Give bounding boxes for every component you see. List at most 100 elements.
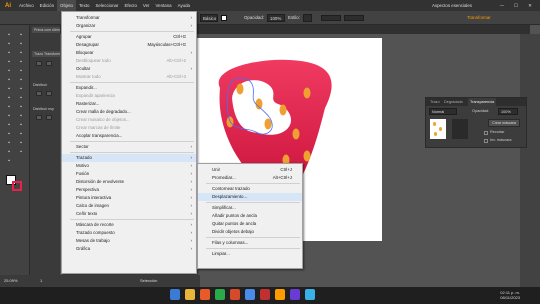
- style-dropdown[interactable]: Básico: [200, 13, 218, 22]
- submenu-item-promediar[interactable]: Promediar... Alt+Ctrl+J: [198, 174, 302, 182]
- submenu-item-anadir-puntos-de-ancla[interactable]: Añadir puntos de ancla: [198, 212, 302, 220]
- pen-icon[interactable]: ▪: [4, 49, 14, 57]
- hand-icon[interactable]: ▪: [16, 148, 26, 156]
- symbol-sprayer-icon[interactable]: ▪: [16, 130, 26, 138]
- paintbrush-icon[interactable]: ▪: [16, 67, 26, 75]
- menu-item-perspectiva[interactable]: Perspectiva ›: [62, 186, 196, 194]
- menu-item-cenir-texto[interactable]: Ceñir texto ›: [62, 210, 196, 218]
- menu-item-acoplar-transparencia[interactable]: Acoplar transparencia...: [62, 132, 196, 140]
- menu-item-crear-malla-de-degradado[interactable]: Crear malla de degradado...: [62, 108, 196, 116]
- taskbar-app-icon[interactable]: [245, 289, 255, 300]
- invert-mask-checkbox[interactable]: [484, 139, 488, 143]
- minimize-button[interactable]: —: [498, 3, 506, 8]
- submenu-item-limpiar[interactable]: Limpiar...: [198, 250, 302, 258]
- type-icon[interactable]: ▪: [4, 58, 14, 66]
- menu-item-agrupar[interactable]: Agrupar Ctrl+G: [62, 33, 196, 41]
- stroke-swatch-tools[interactable]: [12, 181, 22, 191]
- line-icon[interactable]: ▪: [16, 58, 26, 66]
- menu-item-ocultar[interactable]: Ocultar ›: [62, 65, 196, 73]
- menu-efecto[interactable]: Efecto: [121, 0, 139, 11]
- left-panel-distribute-btn2[interactable]: [46, 91, 52, 96]
- taskbar-app-icon[interactable]: [290, 289, 300, 300]
- transform-link[interactable]: Transformar: [467, 15, 491, 20]
- blend-mode-select[interactable]: Normal: [429, 108, 457, 115]
- left-panel-doc-tab[interactable]: Prima com último: [32, 27, 60, 33]
- lasso-icon[interactable]: ▪: [16, 40, 26, 48]
- menu-item-pintura-interactiva[interactable]: Pintura interactiva ›: [62, 194, 196, 202]
- magic-wand-icon[interactable]: ▪: [4, 40, 14, 48]
- zoom-level[interactable]: 25.09%: [4, 278, 18, 283]
- workspace-switcher[interactable]: Aspectos esenciales: [432, 3, 472, 8]
- tab-transparencia[interactable]: Transparencia: [468, 98, 497, 106]
- zoom-icon[interactable]: ▪: [4, 157, 14, 165]
- rotate-icon[interactable]: ▪: [16, 85, 26, 93]
- menu-item-calco-de-imagen[interactable]: Calco de imagen ›: [62, 202, 196, 210]
- left-panel-ref-point[interactable]: [36, 61, 42, 66]
- artboard-number[interactable]: 1: [40, 278, 42, 283]
- menu-ver[interactable]: Ver: [140, 0, 153, 11]
- submenu-item-unir[interactable]: Unir Ctrl+J: [198, 166, 302, 174]
- column-graph-icon[interactable]: ▪: [4, 139, 14, 147]
- perspective-icon[interactable]: ▪: [4, 112, 14, 120]
- submenu-item-contornear-trazado[interactable]: Contornear trazado: [198, 185, 302, 193]
- rectangle-icon[interactable]: ▪: [4, 67, 14, 75]
- menu-item-transformar[interactable]: Transformar ›: [62, 14, 196, 22]
- menu-item-distorsion-de-envolvente[interactable]: Distorsión de envolvente ›: [62, 178, 196, 186]
- menu-item-desagrupar[interactable]: Desagrupar Mayúsculas+Ctrl+G: [62, 41, 196, 49]
- artboard-icon[interactable]: ▪: [16, 139, 26, 147]
- menu-edicion[interactable]: Edición: [37, 0, 57, 11]
- mesh-icon[interactable]: ▪: [16, 112, 26, 120]
- width-icon[interactable]: ▪: [16, 94, 26, 102]
- shaper-icon[interactable]: ▪: [4, 76, 14, 84]
- menu-item-trazado[interactable]: Trazado ›: [62, 154, 196, 162]
- menu-item-fusion[interactable]: Fusión ›: [62, 170, 196, 178]
- menu-item-sector[interactable]: Sector ›: [62, 143, 196, 151]
- selection-icon[interactable]: ▪: [4, 31, 14, 39]
- submenu-item-filas-y-columnas[interactable]: Filas y columnas...: [198, 239, 302, 247]
- pencil-icon[interactable]: ▪: [16, 76, 26, 84]
- submenu-item-desplazamiento[interactable]: Desplazamiento...: [198, 193, 302, 201]
- menu-item-expandir[interactable]: Expandir...: [62, 84, 196, 92]
- submenu-item-dividir-objetos-debajo[interactable]: Dividir objetos debajo: [198, 228, 302, 236]
- left-panel-distribute-btn1[interactable]: [36, 91, 42, 96]
- stroke-swatch[interactable]: [221, 14, 227, 21]
- distribute-buttons[interactable]: [343, 14, 364, 21]
- taskbar-app-icon[interactable]: [260, 289, 270, 300]
- submenu-item-quitar-puntos-de-ancla[interactable]: Quitar puntos de ancla: [198, 220, 302, 228]
- menu-item-mesas-de-trabajo[interactable]: Mesas de trabajo ›: [62, 237, 196, 245]
- menu-item-bloquear[interactable]: Bloquear ›: [62, 49, 196, 57]
- slice-icon[interactable]: ▪: [4, 148, 14, 156]
- menu-item-organizar[interactable]: Organizar ›: [62, 22, 196, 30]
- taskbar-app-icon[interactable]: [170, 289, 180, 300]
- menu-item-mascara-de-recorte[interactable]: Máscara de recorte ›: [62, 221, 196, 229]
- left-panel-space-btn2[interactable]: [46, 115, 52, 120]
- eyedropper-icon[interactable]: ▪: [16, 121, 26, 129]
- shape-builder-icon[interactable]: ▪: [16, 103, 26, 111]
- gradient-icon[interactable]: ▪: [4, 121, 14, 129]
- menu-item-rasterizar[interactable]: Rasterizar...: [62, 100, 196, 108]
- style-swatch[interactable]: [302, 13, 312, 22]
- make-mask-button[interactable]: Crear máscara: [488, 119, 520, 127]
- eraser-icon[interactable]: ▪: [4, 85, 14, 93]
- submenu-item-simplificar[interactable]: Simplificar...: [198, 204, 302, 212]
- menu-archivo[interactable]: Archivo: [16, 0, 37, 11]
- taskbar-app-icon[interactable]: [185, 289, 195, 300]
- taskbar-app-icon[interactable]: [200, 289, 210, 300]
- taskbar-app-icon[interactable]: [275, 289, 285, 300]
- taskbar-app-icon[interactable]: [305, 289, 315, 300]
- left-panel-field[interactable]: [46, 61, 52, 66]
- menu-item-grafica[interactable]: Gráfica ›: [62, 245, 196, 253]
- menu-objeto[interactable]: Objeto: [57, 0, 76, 11]
- close-button[interactable]: ✕: [526, 3, 534, 9]
- opacity-input[interactable]: 100%: [498, 108, 518, 115]
- curvature-icon[interactable]: ▪: [16, 49, 26, 57]
- menu-ayuda[interactable]: Ayuda: [175, 0, 193, 11]
- tab-degradado[interactable]: Degradado: [442, 98, 465, 106]
- menu-texto[interactable]: Texto: [76, 0, 93, 11]
- transparency-thumbnail[interactable]: [430, 119, 446, 139]
- menu-ventana[interactable]: Ventana: [152, 0, 174, 11]
- clip-checkbox[interactable]: [484, 131, 488, 135]
- taskbar-app-icon[interactable]: [230, 289, 240, 300]
- direct-selection-icon[interactable]: ▪: [16, 31, 26, 39]
- scale-icon[interactable]: ▪: [4, 94, 14, 102]
